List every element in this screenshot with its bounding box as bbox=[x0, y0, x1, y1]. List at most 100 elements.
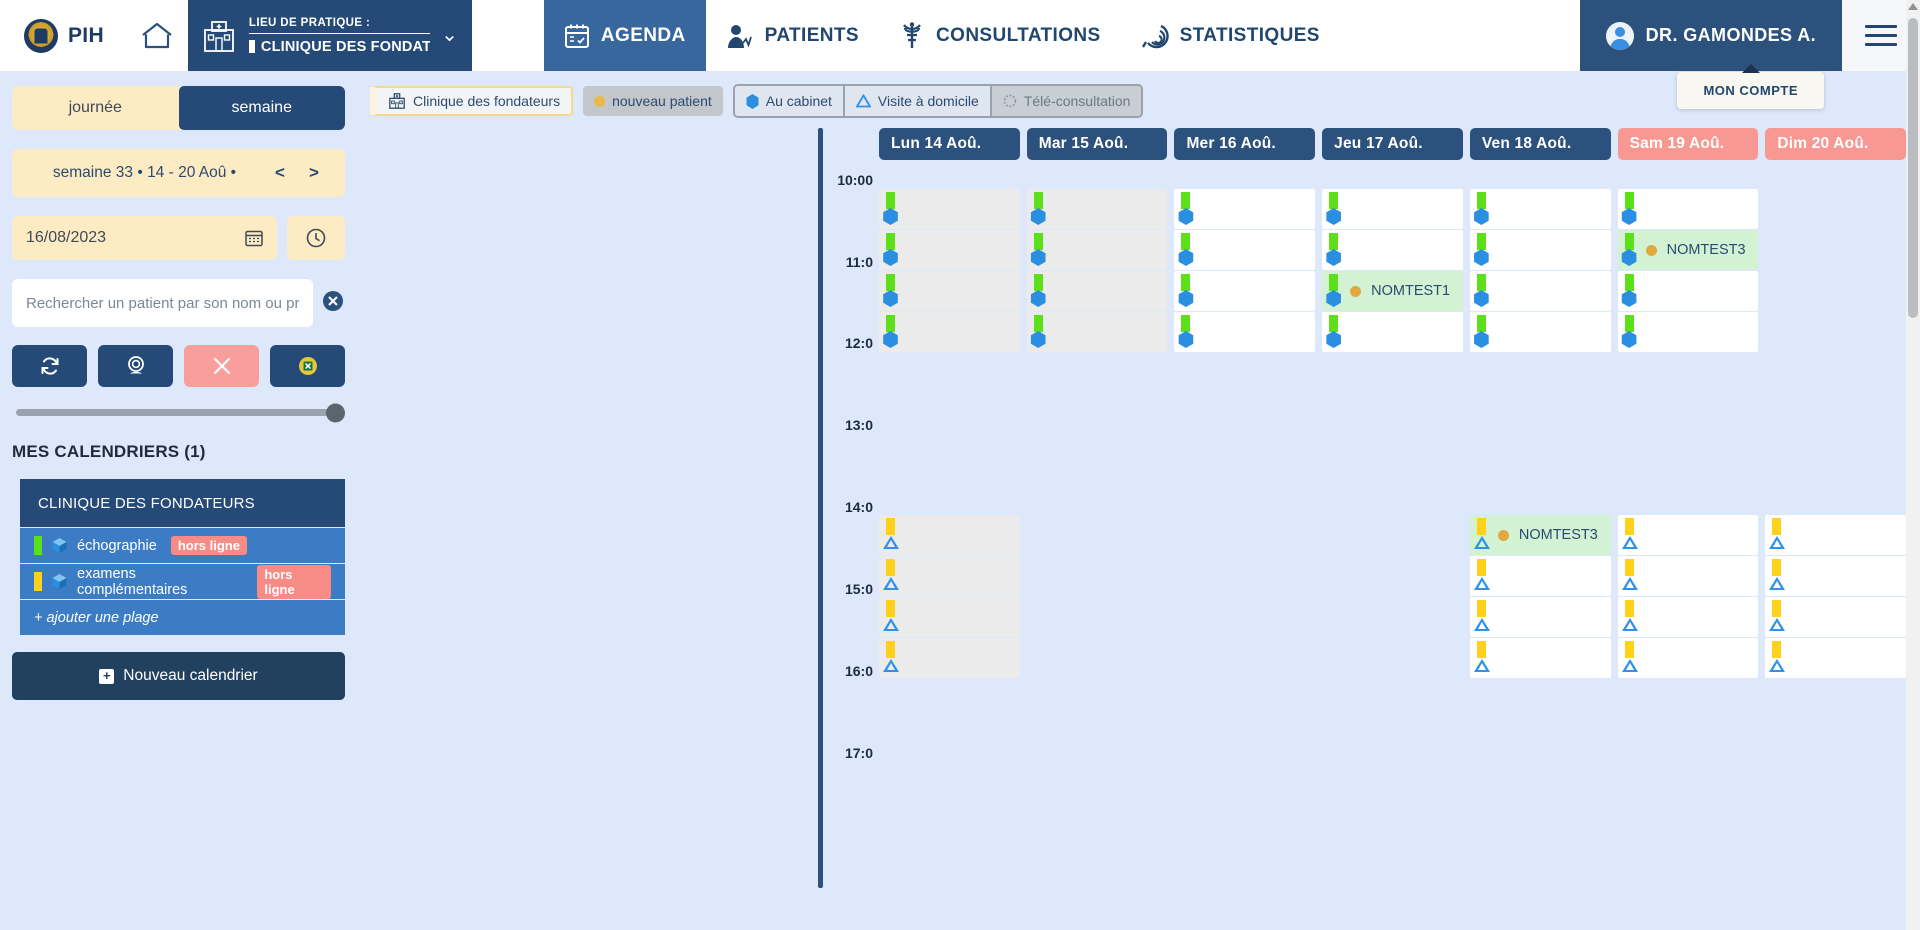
slot[interactable] bbox=[1322, 189, 1463, 229]
slot[interactable] bbox=[879, 230, 1020, 270]
page-scrollbar[interactable] bbox=[1906, 0, 1920, 930]
slot[interactable] bbox=[1026, 271, 1168, 311]
day-header-mar[interactable]: Mar 15 Aoû. bbox=[1026, 128, 1168, 160]
slot[interactable] bbox=[1026, 189, 1168, 229]
slot[interactable] bbox=[1765, 638, 1907, 678]
slider-thumb[interactable] bbox=[326, 403, 345, 422]
slot[interactable] bbox=[1765, 515, 1907, 555]
view-mode-toggle: journée semaine bbox=[12, 86, 345, 130]
zoom-slider[interactable] bbox=[12, 403, 345, 422]
slot[interactable] bbox=[1617, 556, 1759, 596]
slot-booked[interactable]: NOMTEST1 bbox=[1322, 271, 1463, 311]
slot[interactable] bbox=[1617, 271, 1759, 311]
slot[interactable] bbox=[1174, 189, 1316, 229]
filter-au-cabinet[interactable]: Au cabinet bbox=[734, 86, 845, 116]
tab-consultations-label: CONSULTATIONS bbox=[936, 24, 1101, 46]
filter-new-patient[interactable]: nouveau patient bbox=[583, 86, 723, 116]
slider-track[interactable] bbox=[16, 403, 345, 422]
refresh-button[interactable] bbox=[12, 345, 87, 387]
date-input[interactable]: 16/08/2023 bbox=[12, 216, 277, 260]
calendar-range-examens[interactable]: examens complémentaires hors ligne bbox=[12, 563, 345, 599]
slot[interactable] bbox=[1174, 312, 1316, 352]
view-mode-day[interactable]: journée bbox=[12, 86, 179, 130]
filter-teleconsultation[interactable]: Télé-consultation bbox=[991, 86, 1142, 116]
day-header-mer[interactable]: Mer 16 Aoû. bbox=[1174, 128, 1316, 160]
range-color-swatch bbox=[34, 536, 42, 555]
filter-clinic[interactable]: Clinique des fondateurs bbox=[370, 86, 574, 116]
slot[interactable] bbox=[1469, 230, 1611, 270]
slot[interactable] bbox=[1469, 556, 1611, 596]
time-picker-button[interactable] bbox=[287, 216, 345, 260]
tab-agenda[interactable]: AGENDA bbox=[543, 0, 706, 71]
slot[interactable] bbox=[1617, 597, 1759, 637]
scrollbar-thumb[interactable] bbox=[1908, 18, 1918, 318]
slot[interactable] bbox=[1765, 556, 1907, 596]
hamburger-line bbox=[1865, 43, 1897, 46]
account-button[interactable]: DR. GAMONDES A. bbox=[1579, 0, 1842, 71]
account-name: DR. GAMONDES A. bbox=[1645, 25, 1816, 45]
slot[interactable] bbox=[1026, 312, 1168, 352]
slot-booked[interactable]: NOMTEST3 bbox=[1617, 230, 1759, 270]
practice-location-selector[interactable]: LIEU DE PRATIQUE : CLINIQUE DES FONDATEU… bbox=[187, 0, 472, 71]
slot[interactable] bbox=[879, 638, 1020, 678]
tab-statistiques[interactable]: STATISTIQUES bbox=[1121, 0, 1340, 71]
tab-patients[interactable]: PATIENTS bbox=[706, 0, 879, 71]
slot[interactable] bbox=[1469, 189, 1611, 229]
slot[interactable] bbox=[1322, 230, 1463, 270]
slot[interactable] bbox=[1469, 312, 1611, 352]
calendar-grid: 10:00 11:0 12:0 13:0 14:0 15:0 16:0 17:0… bbox=[360, 128, 1920, 918]
tab-consultations[interactable]: CONSULTATIONS bbox=[879, 0, 1121, 71]
range-status-badge: hors ligne bbox=[257, 564, 331, 599]
slot[interactable] bbox=[879, 597, 1020, 637]
slot[interactable] bbox=[879, 271, 1020, 311]
calendar-range-echographie[interactable]: échographie hors ligne bbox=[12, 527, 345, 563]
caduceus-icon bbox=[903, 21, 921, 48]
calendar-group-header[interactable]: CLINIQUE DES FONDATEURS bbox=[12, 479, 345, 527]
slot[interactable] bbox=[1617, 312, 1759, 352]
slot[interactable] bbox=[1617, 189, 1759, 229]
new-calendar-label: Nouveau calendrier bbox=[123, 667, 258, 684]
day-header-dim[interactable]: Dim 20 Aoû. bbox=[1765, 128, 1907, 160]
day-header-jeu[interactable]: Jeu 17 Aoû. bbox=[1322, 128, 1463, 160]
slot[interactable] bbox=[1617, 638, 1759, 678]
calendar-picker-icon[interactable] bbox=[245, 229, 263, 247]
tab-patients-label: PATIENTS bbox=[764, 24, 860, 46]
slot[interactable] bbox=[1617, 515, 1759, 555]
day-header-lun[interactable]: Lun 14 Aoû. bbox=[879, 128, 1020, 160]
chevron-down-icon[interactable]: ⌄ bbox=[441, 22, 458, 49]
patient-search-box[interactable] bbox=[12, 279, 313, 327]
slot[interactable] bbox=[1322, 312, 1463, 352]
slot[interactable] bbox=[1174, 230, 1316, 270]
slot[interactable] bbox=[879, 556, 1020, 596]
webcam-button[interactable] bbox=[98, 345, 173, 387]
patient-name: NOMTEST3 bbox=[1666, 242, 1746, 258]
slot-booked[interactable]: NOMTEST3 bbox=[1469, 515, 1611, 555]
slot[interactable] bbox=[879, 189, 1020, 229]
view-mode-week[interactable]: semaine bbox=[178, 86, 345, 130]
slot[interactable] bbox=[1765, 597, 1907, 637]
export-excel-button[interactable] bbox=[270, 345, 345, 387]
slot[interactable] bbox=[1469, 271, 1611, 311]
prev-week-button[interactable]: < bbox=[263, 163, 297, 183]
cube-icon bbox=[52, 538, 67, 553]
slot[interactable] bbox=[1026, 230, 1168, 270]
next-week-button[interactable]: > bbox=[297, 163, 331, 183]
home-button[interactable] bbox=[126, 0, 188, 71]
slot[interactable] bbox=[1469, 638, 1611, 678]
time-label: 11:0 bbox=[845, 254, 873, 270]
new-calendar-button[interactable]: + Nouveau calendrier bbox=[12, 652, 345, 700]
filter-visite-domicile[interactable]: Visite à domicile bbox=[844, 86, 992, 116]
tab-agenda-label: AGENDA bbox=[600, 24, 686, 46]
scroll-up-arrow-icon[interactable] bbox=[1908, 3, 1918, 10]
day-header-ven[interactable]: Ven 18 Aoû. bbox=[1469, 128, 1611, 160]
cancel-button[interactable] bbox=[184, 345, 259, 387]
add-range-button[interactable]: + ajouter une plage bbox=[12, 599, 345, 635]
clear-search-button[interactable] bbox=[321, 289, 345, 318]
slot[interactable] bbox=[879, 515, 1020, 555]
day-header-sam[interactable]: Sam 19 Aoû. bbox=[1617, 128, 1759, 160]
search-input[interactable] bbox=[26, 294, 299, 312]
slot[interactable] bbox=[1469, 597, 1611, 637]
slot[interactable] bbox=[879, 312, 1020, 352]
slot[interactable] bbox=[1174, 271, 1316, 311]
triangle-icon bbox=[855, 94, 871, 108]
